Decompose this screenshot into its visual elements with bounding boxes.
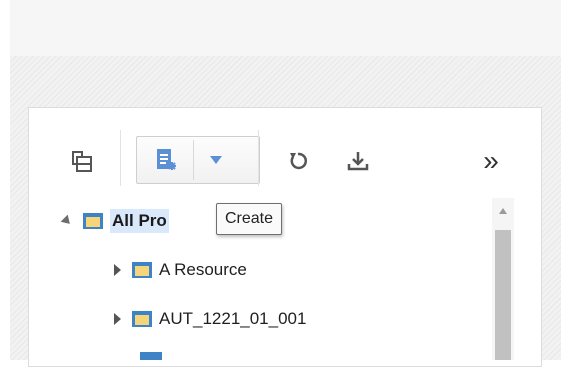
create-tooltip: Create	[216, 203, 283, 235]
tree-node-label: All Pro	[110, 209, 169, 233]
toolbar-separator	[120, 130, 121, 186]
scrollbar-thumb[interactable]	[495, 230, 511, 360]
create-split-divider	[193, 140, 194, 180]
detach-icon	[72, 151, 92, 172]
overflow-button[interactable]: »	[476, 144, 506, 178]
folder-icon	[132, 262, 152, 278]
scroll-up-arrow-icon	[499, 208, 507, 214]
tree-node-all-projects[interactable]: All Pro	[60, 206, 169, 236]
dropdown-arrow-icon	[210, 156, 222, 164]
collapsed-toggle-icon[interactable]	[114, 264, 121, 276]
refresh-button[interactable]	[280, 144, 316, 178]
detach-button[interactable]	[62, 144, 102, 178]
toolbar-separator	[258, 130, 259, 186]
create-icon	[156, 149, 176, 170]
overflow-icon: »	[483, 145, 499, 176]
tree-node-partial	[140, 352, 162, 360]
download-button[interactable]	[340, 144, 376, 178]
create-button[interactable]	[138, 138, 193, 182]
refresh-icon	[290, 152, 307, 170]
scroll-up-button[interactable]	[496, 204, 510, 218]
tree-node-label: A Resource	[159, 260, 247, 279]
create-menu-button[interactable]	[196, 138, 236, 182]
collapsed-toggle-icon[interactable]	[114, 313, 121, 325]
download-icon	[347, 152, 369, 171]
expanded-toggle-icon[interactable]	[60, 214, 74, 228]
tooltip-text: Create	[225, 210, 274, 227]
tree-node-label: AUT_1221_01_001	[159, 309, 307, 328]
folder-icon	[132, 311, 152, 327]
tree-node-a-resource[interactable]: A Resource	[114, 255, 247, 285]
header-band	[10, 0, 561, 56]
tree-node-aut-1221-01-001[interactable]: AUT_1221_01_001	[114, 304, 306, 334]
folder-icon	[83, 213, 103, 229]
